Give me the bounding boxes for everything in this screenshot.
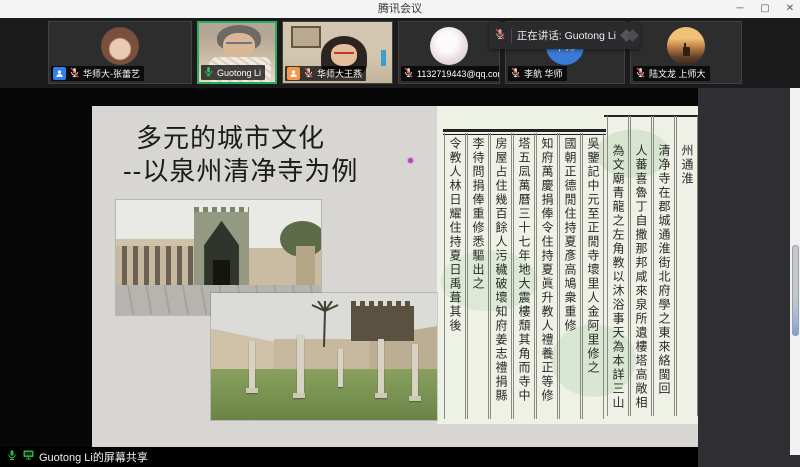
avatar: [667, 27, 705, 65]
laser-pointer-dot: [408, 158, 413, 163]
name-tag: 李航 华师: [508, 66, 567, 81]
name-tag: 华师大王燕: [285, 66, 366, 81]
speaking-label: 正在讲话: Guotong Li: [517, 28, 616, 43]
participant-tile-zhangleiyi[interactable]: 华师大-张蕾艺: [48, 21, 192, 84]
meeting-window: 腾讯会议 ─ ▢ ✕ 华师大-张蕾艺: [0, 0, 800, 467]
document-column: 國朝正德閒住持夏彥高鳩衆重修: [559, 133, 581, 419]
person-icon: [287, 67, 300, 80]
document-column: 塔五凨萬曆三十七年地大震樓頹其角而寺中: [513, 133, 535, 419]
mic-on-icon: [6, 448, 18, 466]
name-tag: 陆文龙 上师大: [633, 66, 710, 81]
slide-title-line1: 多元的城市文化: [136, 118, 325, 155]
participant-strip: 华师大-张蕾艺 Guotong Li: [0, 18, 800, 88]
document-column: 人蕃喜魯丁自撒那邦咸來泉所遺樓塔高敞相傳: [630, 116, 652, 416]
name-tag: Guotong Li: [201, 65, 265, 80]
document-column: 清净寺在郡城通淮街北府學之東來絡閩回: [653, 116, 675, 416]
divider: [511, 29, 512, 43]
participant-name: 华师大-张蕾艺: [83, 67, 140, 80]
palm-tree: [310, 301, 340, 347]
mic-muted-icon: [69, 67, 80, 80]
presentation-slide: 多元的城市文化 --以泉州清净寺为例 州通淮 清净寺在郡城通淮街北府學之東來絡閩…: [92, 106, 698, 447]
share-status-label: Guotong Li的屏幕共享: [39, 449, 148, 465]
mic-on-icon: [203, 66, 214, 79]
person-icon: [53, 67, 66, 80]
document-column: 房屋占住幾百餘人污穢破壞知府姜志禮捐縣: [490, 133, 512, 419]
avatar: [101, 27, 139, 65]
document-column: 為文廟青龍之左角教以沐浴事天為本詳三山: [607, 116, 629, 416]
participant-tile-luwenlong[interactable]: 陆文龙 上师大: [630, 21, 742, 84]
participant-tile-qq[interactable]: 1132719443@qq.com: [398, 21, 500, 84]
participant-name: 李航 华师: [524, 67, 563, 80]
side-panel: [698, 88, 800, 467]
document-column: 令教人林日耀住持夏日禹葺其後: [444, 133, 466, 419]
minimize-button[interactable]: ─: [728, 0, 752, 18]
name-tag: 1132719443@qq.com: [401, 66, 500, 81]
mic-muted-icon: [494, 27, 506, 45]
screen-share-icon: [22, 448, 35, 466]
document-column: 知府萬慶捐俸令住持夏眞升教人禮養正等修: [536, 133, 558, 419]
mic-muted-icon: [510, 67, 521, 80]
active-speaker-toast: 正在讲话: Guotong Li: [489, 22, 640, 49]
participant-name: 陆文龙 上师大: [649, 67, 706, 80]
participant-name: 1132719443@qq.com: [417, 69, 500, 79]
close-button[interactable]: ✕: [778, 0, 800, 18]
photo-courtyard-ruins: [211, 293, 437, 420]
layout-switch-icon[interactable]: [621, 28, 635, 44]
participant-name: 华师大王燕: [317, 67, 362, 80]
participant-name: Guotong Li: [217, 68, 261, 78]
share-status-bar: Guotong Li的屏幕共享: [0, 447, 698, 467]
avatar: [430, 27, 468, 65]
document-column: 吳鑒記中元至正閒寺壞里人金阿里修之: [582, 133, 604, 419]
mic-muted-icon: [303, 67, 314, 80]
window-titlebar: 腾讯会议 ─ ▢ ✕: [0, 0, 800, 19]
screen-share-area: 多元的城市文化 --以泉州清净寺为例 州通淮 清净寺在郡城通淮街北府學之東來絡閩…: [0, 88, 800, 447]
document-column: 李待問捐俸重修悉驅出之: [467, 133, 489, 419]
mic-muted-icon: [403, 67, 414, 80]
participant-tile-guotong-li[interactable]: Guotong Li: [197, 21, 277, 84]
name-tag: 华师大-张蕾艺: [51, 66, 144, 81]
mic-muted-icon: [635, 67, 646, 80]
scanned-document: 州通淮 清净寺在郡城通淮街北府學之東來絡閩回 人蕃喜魯丁自撒那邦咸來泉所遺樓塔高…: [437, 106, 698, 424]
slide-title-line2: --以泉州清净寺为例: [123, 151, 358, 188]
maximize-button[interactable]: ▢: [753, 0, 777, 18]
window-title: 腾讯会议: [378, 0, 422, 18]
document-column: 州通淮: [676, 116, 698, 416]
scrollbar-thumb[interactable]: [792, 245, 799, 336]
participant-tile-wangyan[interactable]: 华师大王燕: [282, 21, 393, 84]
